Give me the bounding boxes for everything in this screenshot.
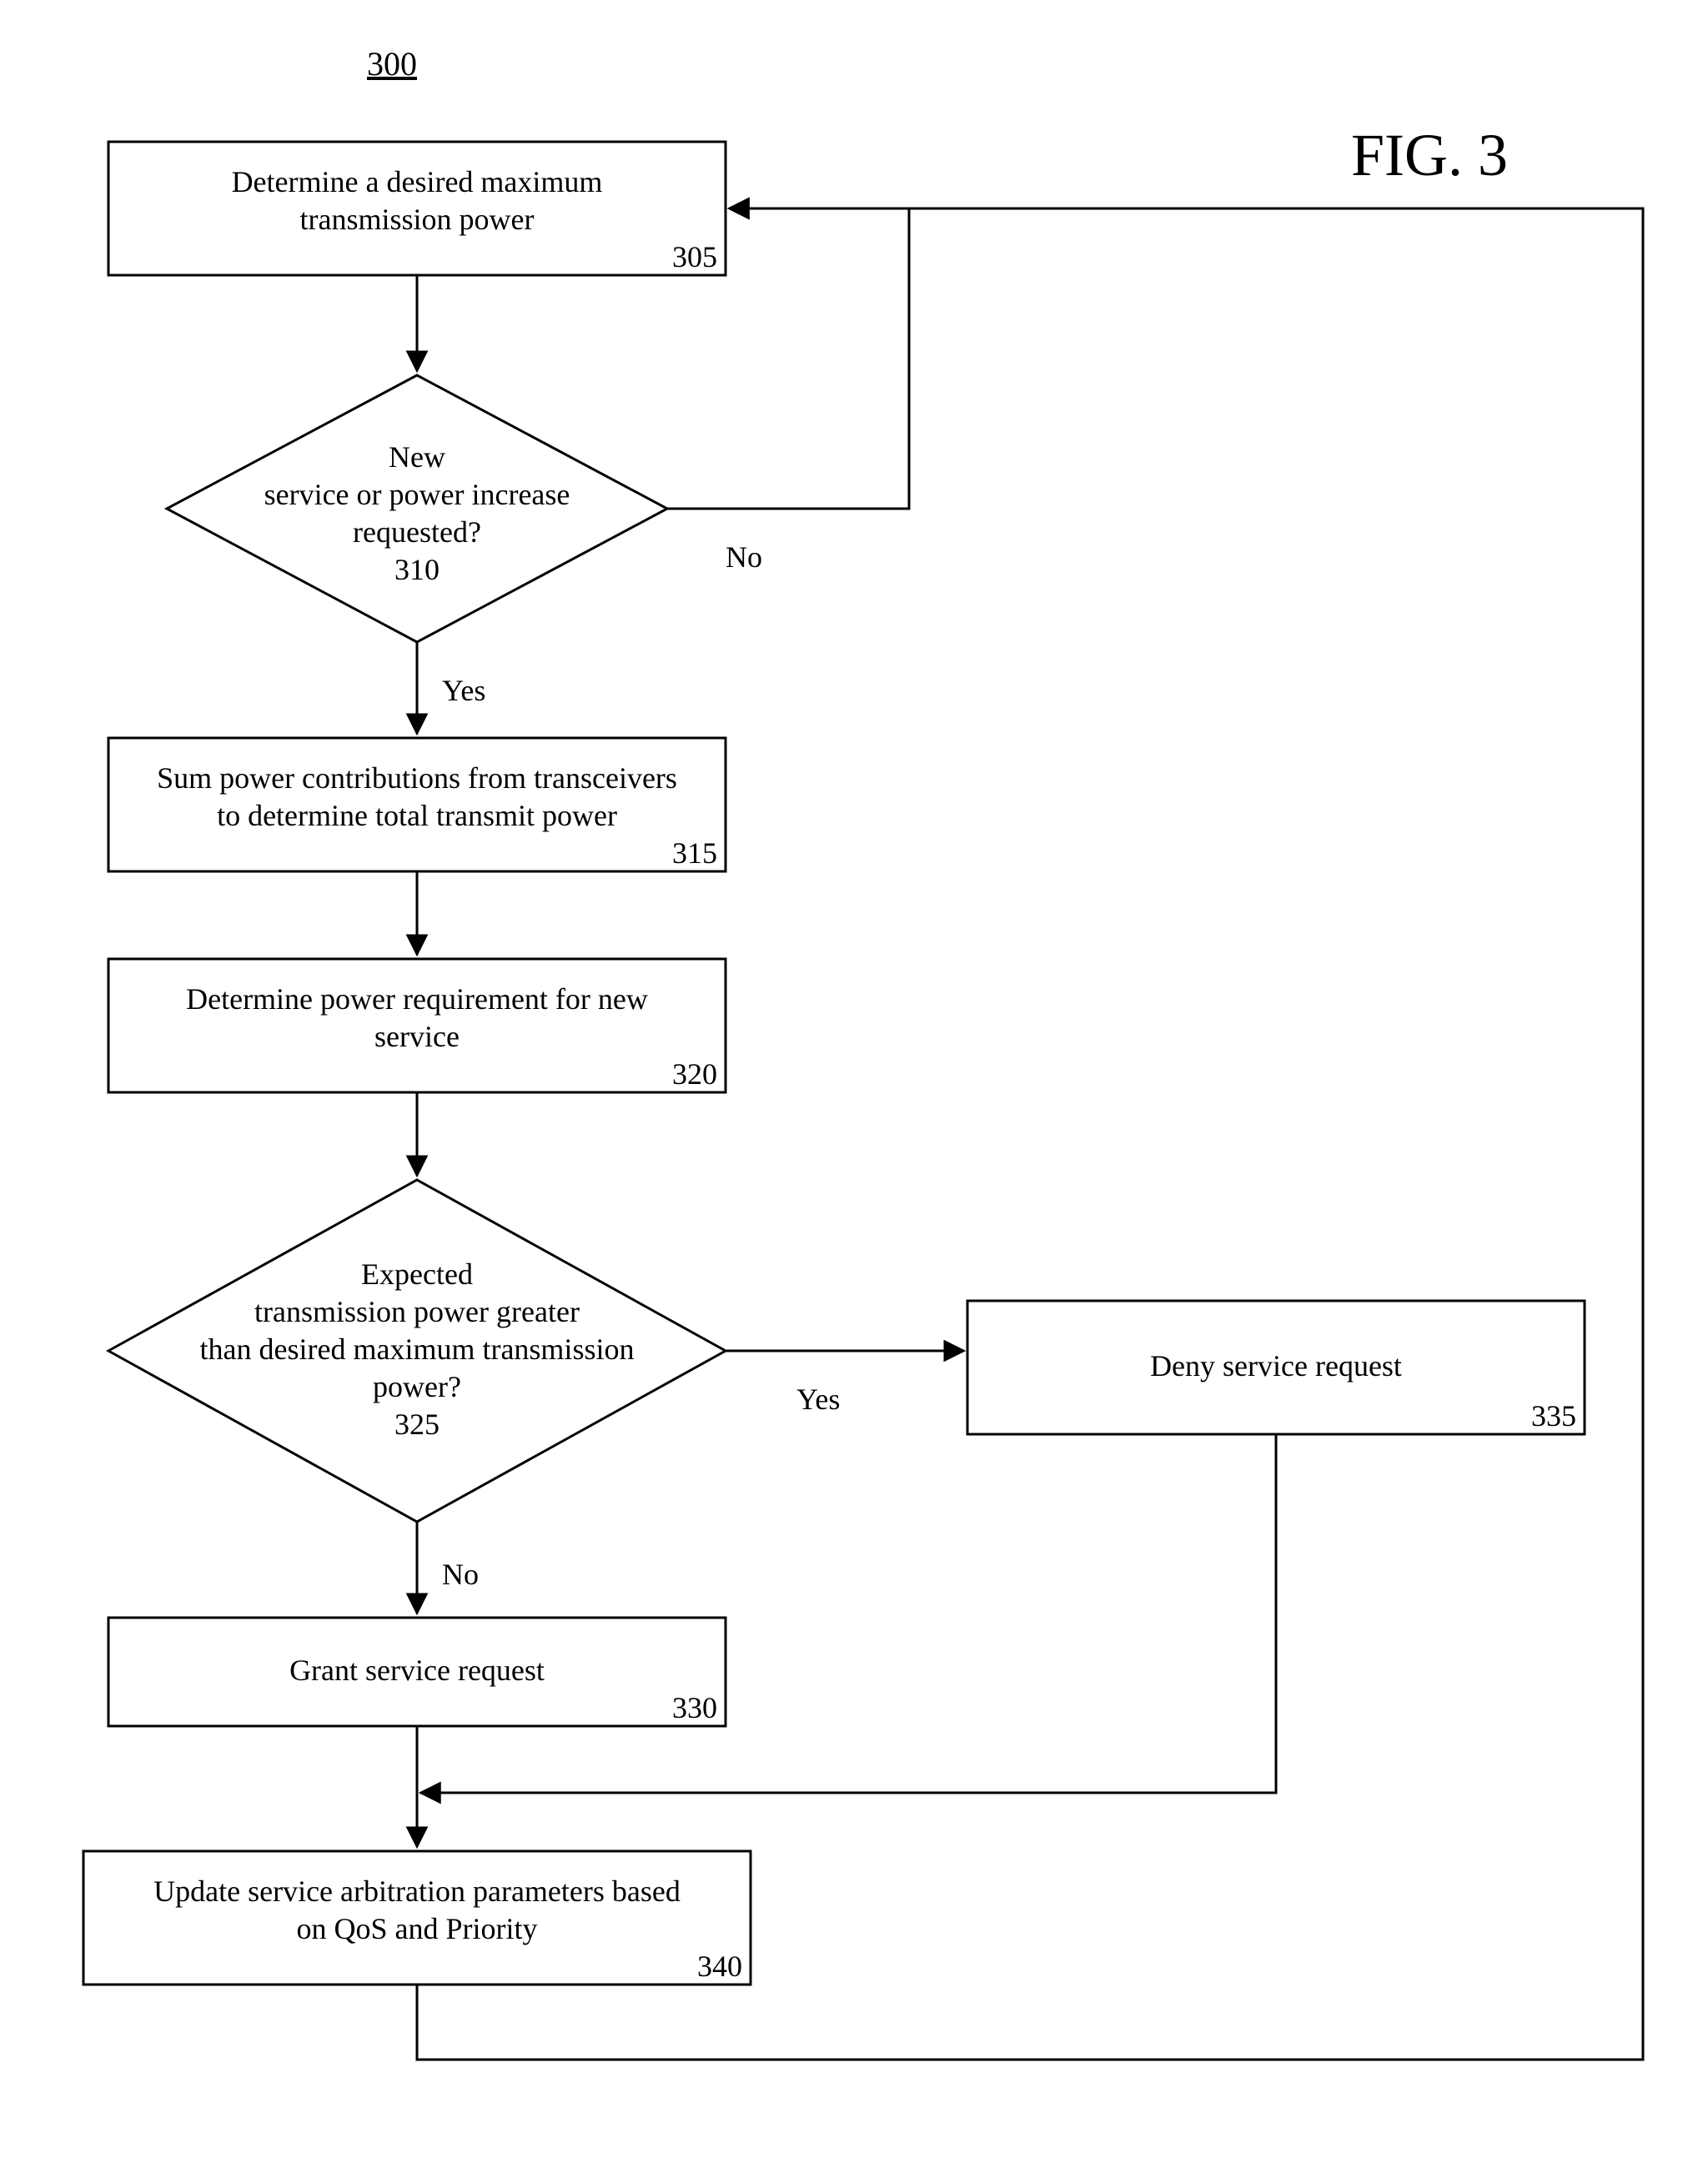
edge-310-yes-label: Yes <box>442 674 485 707</box>
node-335: Deny service request 335 <box>967 1301 1585 1434</box>
node-325-line2: transmission power greater <box>254 1295 580 1328</box>
node-320-ref: 320 <box>672 1057 717 1091</box>
node-320-line2: service <box>374 1020 460 1053</box>
edge-325-no-label: No <box>442 1558 479 1591</box>
node-305-ref: 305 <box>672 240 717 274</box>
node-335-ref: 335 <box>1531 1399 1576 1433</box>
node-340-line2: on QoS and Priority <box>296 1912 537 1945</box>
node-340-ref: 340 <box>697 1950 742 1983</box>
node-305-line1: Determine a desired maximum <box>232 165 603 198</box>
node-320-line1: Determine power requirement for new <box>186 982 648 1016</box>
node-325-line4: power? <box>373 1370 461 1403</box>
node-310-line3: requested? <box>353 515 481 549</box>
node-315: Sum power contributions from transceiver… <box>108 738 726 871</box>
node-325-ref: 325 <box>394 1408 440 1441</box>
node-315-line1: Sum power contributions from transceiver… <box>157 761 677 795</box>
node-315-line2: to determine total transmit power <box>217 799 617 832</box>
edge-335-to-join <box>420 1434 1276 1793</box>
node-325-line3: than desired maximum transmission <box>200 1332 635 1366</box>
edge-310-no-label: No <box>726 540 762 574</box>
node-310-ref: 310 <box>394 553 440 586</box>
node-320: Determine power requirement for new serv… <box>108 959 726 1092</box>
edge-325-yes-label: Yes <box>796 1383 840 1416</box>
node-305-line2: transmission power <box>300 203 535 236</box>
node-340-line1: Update service arbitration parameters ba… <box>153 1874 681 1908</box>
flowchart-canvas: 300 FIG. 3 Determine a desired maximum t… <box>0 0 1708 2173</box>
node-330-line1: Grant service request <box>289 1654 545 1687</box>
node-330-ref: 330 <box>672 1691 717 1724</box>
node-325: Expected transmission power greater than… <box>108 1180 726 1522</box>
node-310-line1: New <box>389 440 445 474</box>
node-315-ref: 315 <box>672 836 717 870</box>
figure-number: 300 <box>367 45 417 83</box>
figure-title: FIG. 3 <box>1351 122 1508 188</box>
node-340: Update service arbitration parameters ba… <box>83 1851 751 1985</box>
node-335-line1: Deny service request <box>1150 1349 1402 1383</box>
node-330: Grant service request 330 <box>108 1618 726 1726</box>
node-305: Determine a desired maximum transmission… <box>108 142 726 275</box>
node-310: New service or power increase requested?… <box>167 375 667 642</box>
node-310-line2: service or power increase <box>264 478 570 511</box>
node-325-line1: Expected <box>361 1257 473 1291</box>
